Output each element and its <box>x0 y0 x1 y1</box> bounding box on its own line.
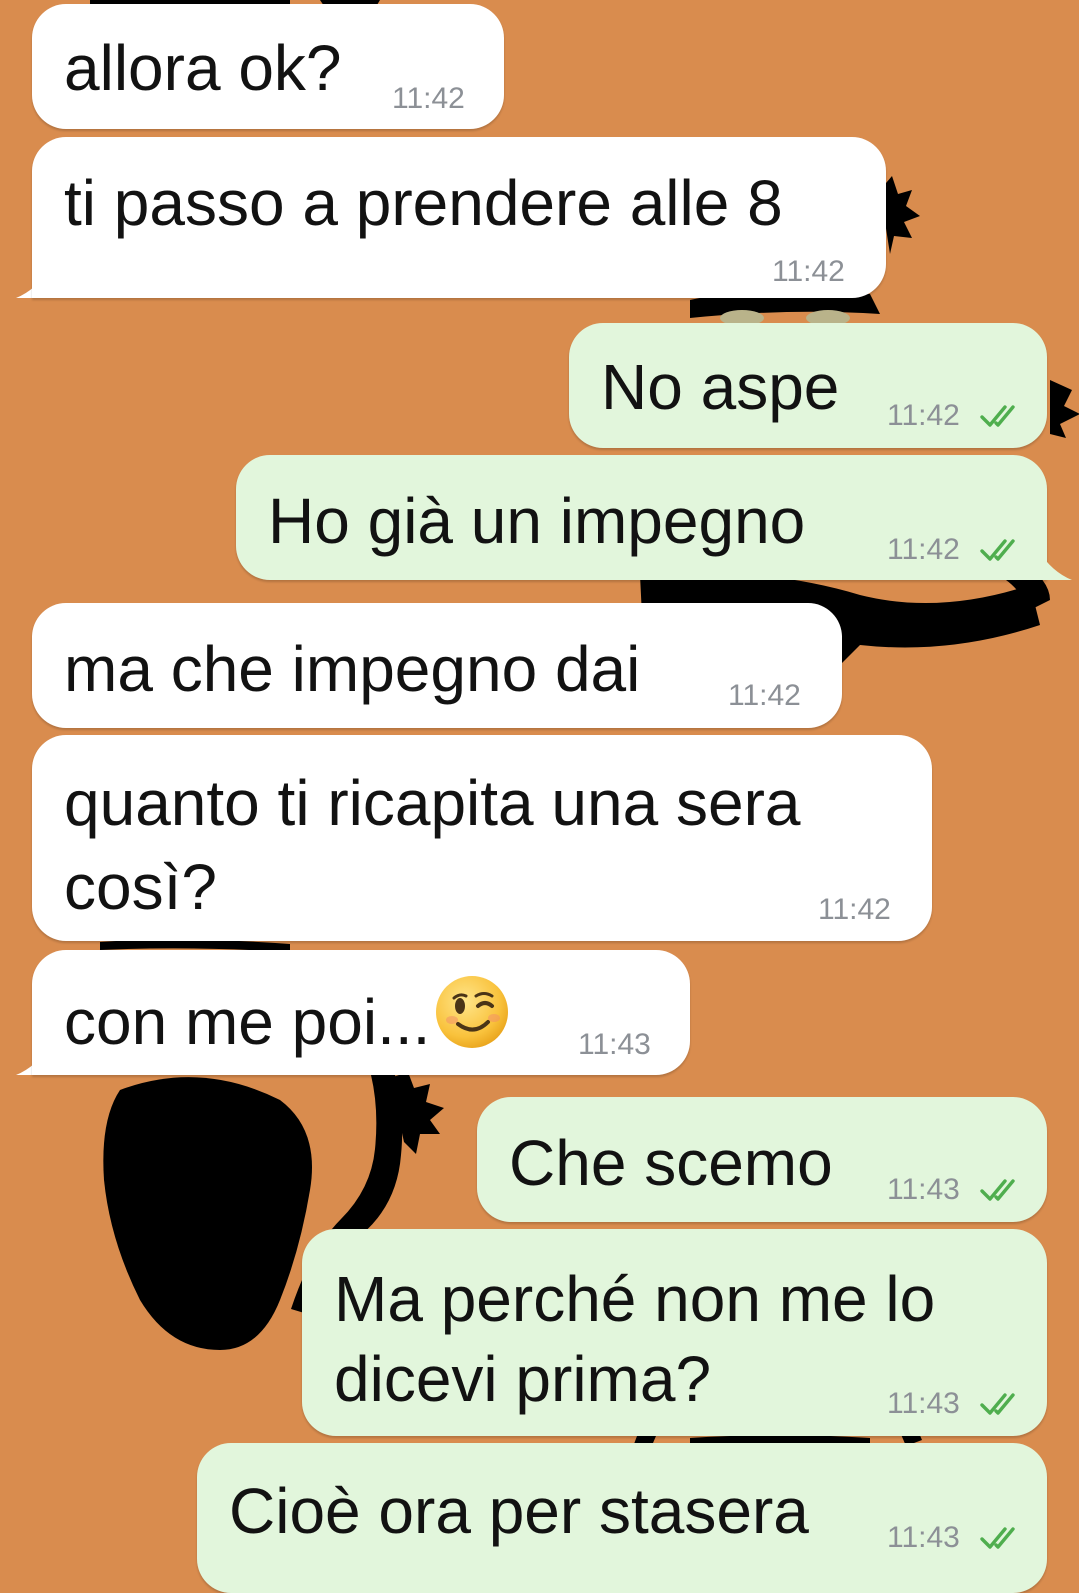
read-receipt-icon <box>980 405 1015 427</box>
incoming-message[interactable]: allora ok? 11:42 <box>32 4 504 129</box>
outgoing-message[interactable]: Cioè ora per stasera 11:43 <box>197 1443 1047 1593</box>
message-text-line-2: dicevi prima? <box>334 1343 712 1415</box>
outgoing-message[interactable]: Ho già un impegno 11:42 <box>236 455 1047 580</box>
read-receipt-icon <box>980 539 1015 561</box>
outgoing-message[interactable]: No aspe 11:42 <box>569 323 1047 448</box>
message-timestamp: 11:43 <box>578 1028 651 1061</box>
message-text: ma che impegno dai <box>64 633 641 705</box>
outgoing-message[interactable]: Che scemo 11:43 <box>477 1097 1047 1222</box>
message-timestamp: 11:42 <box>728 679 801 712</box>
incoming-message[interactable]: quanto ti ricapita una sera così? 11:42 <box>32 735 932 941</box>
message-timestamp: 11:42 <box>887 399 960 432</box>
message-text: allora ok? <box>64 32 342 104</box>
message-text-line-1: Ma perché non me lo <box>334 1263 936 1335</box>
incoming-message[interactable]: ti passo a prendere alle 8 11:42 <box>32 137 886 298</box>
message-text-line-1: quanto ti ricapita una sera <box>64 767 801 839</box>
message-timestamp: 11:43 <box>887 1173 960 1206</box>
message-text: No aspe <box>601 351 840 423</box>
read-receipt-icon <box>980 1527 1015 1549</box>
message-text: Ho già un impegno <box>268 485 806 557</box>
incoming-message[interactable]: ma che impegno dai 11:42 <box>32 603 842 728</box>
message-text: ti passo a prendere alle 8 <box>64 167 783 239</box>
winking-face-emoji-icon <box>436 976 509 1048</box>
outgoing-message[interactable]: Ma perché non me lo dicevi prima? 11:43 <box>302 1229 1047 1436</box>
message-timestamp: 11:42 <box>887 533 960 566</box>
message-timestamp: 11:43 <box>887 1521 960 1554</box>
message-text-content: con me poi... <box>64 986 431 1058</box>
chat-conversation: allora ok? 11:42 ti passo a prendere all… <box>0 0 1079 1593</box>
message-timestamp: 11:42 <box>392 82 465 115</box>
read-receipt-icon <box>980 1179 1015 1201</box>
message-timestamp: 11:42 <box>772 255 845 288</box>
message-text: Cioè ora per stasera <box>229 1475 809 1547</box>
message-timestamp: 11:42 <box>818 893 891 926</box>
message-text-line-2: così? <box>64 851 217 923</box>
read-receipt-icon <box>980 1393 1015 1415</box>
bubble-tail <box>1038 550 1072 580</box>
message-text: Che scemo <box>509 1127 833 1199</box>
incoming-message[interactable]: con me poi... 11:43 <box>32 950 690 1075</box>
message-timestamp: 11:43 <box>887 1387 960 1420</box>
message-text: con me poi... <box>64 974 510 1064</box>
